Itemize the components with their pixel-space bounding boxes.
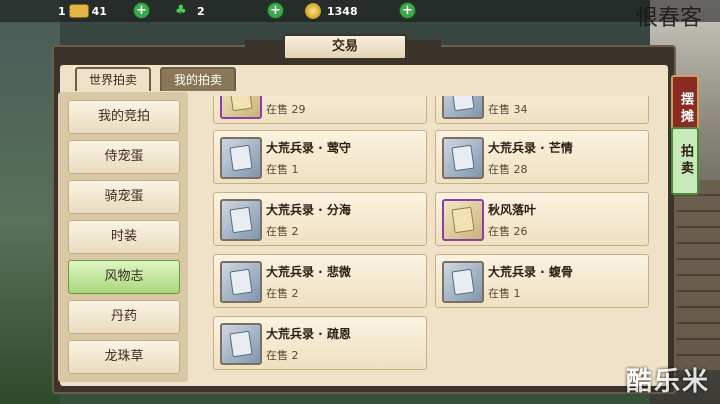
item-name: 大荒兵录 · 悲微 (266, 265, 351, 279)
item-name: 大荒兵录 · 芒情 (488, 141, 573, 155)
add-gold-button[interactable]: + (134, 3, 149, 18)
item-name: 大荒兵录 · 莺守 (266, 141, 351, 155)
tab-auction[interactable]: 拍卖 (671, 127, 699, 195)
clover-count: 2 (197, 4, 205, 18)
tab-world-auction[interactable]: 世界拍卖 (75, 67, 152, 91)
category-sidebar: 我的竞拍 侍宠蛋 骑宠蛋 时装 风物志 丹药 龙珠草 (58, 92, 188, 382)
item-stock: 在售 29 (266, 103, 306, 116)
category-pet-eggs[interactable]: 侍宠蛋 (68, 140, 180, 174)
category-mount-eggs[interactable]: 骑宠蛋 (68, 180, 180, 214)
item-stock: 在售 34 (488, 103, 528, 116)
item-stock: 在售 1 (488, 287, 521, 300)
book-icon (220, 199, 262, 241)
title-wing-right (401, 40, 441, 50)
item-name: 大荒兵录 · 分海 (266, 203, 351, 217)
item-card[interactable]: 大荒兵录 · 悲微 在售 2 (213, 254, 427, 308)
item-stock: 在售 2 (266, 349, 299, 362)
background-scenery-left (0, 0, 60, 404)
book-icon (220, 137, 262, 179)
gold-resource: 1 41 (58, 1, 107, 21)
category-fashion[interactable]: 时装 (68, 220, 180, 254)
item-stock: 在售 26 (488, 225, 528, 238)
item-name: 大荒兵录 · 蝮骨 (488, 265, 573, 279)
scroll-gold-icon (220, 96, 262, 119)
background-wall (670, 180, 720, 370)
add-coin-button[interactable]: + (400, 3, 415, 18)
panel-title-text: 交易 (331, 39, 358, 54)
gold-count: 41 (91, 4, 107, 18)
book-icon (442, 261, 484, 303)
title-wing-left (245, 40, 285, 50)
panel-title: 交易 (283, 34, 407, 60)
coin-resource: 1348 (305, 1, 358, 21)
logo-text: 恨春客 (636, 6, 703, 31)
book-icon (220, 261, 262, 303)
clover-resource: ♣ 2 (175, 1, 205, 21)
item-card[interactable]: 大荒兵录 · 疏恩 在售 2 (213, 316, 427, 370)
item-name: 大荒兵录 · 疏恩 (266, 327, 351, 341)
resource-bar: 1 41 + ♣ 2 + 1348 + (0, 0, 720, 22)
item-card[interactable]: 大荒兵录 · 分海 在售 2 (213, 192, 427, 246)
scroll-gold-icon (442, 199, 484, 241)
clover-icon: ♣ (175, 3, 187, 18)
item-card[interactable]: 大荒兵录 · 莺守 在售 1 (213, 130, 427, 184)
item-stock: 在售 1 (266, 163, 299, 176)
item-stock: 在售 2 (266, 225, 299, 238)
item-card[interactable]: 在售 29 (213, 96, 427, 124)
category-my-bids[interactable]: 我的竞拍 (68, 100, 180, 134)
book-icon (442, 137, 484, 179)
item-card[interactable]: 在售 34 (435, 96, 649, 124)
book-icon (220, 323, 262, 365)
item-card[interactable]: 秋风落叶 在售 26 (435, 192, 649, 246)
item-card[interactable]: 大荒兵录 · 芒情 在售 28 (435, 130, 649, 184)
item-listing: 在售 29 在售 34 大荒兵录 · 莺守 在售 1 大荒兵录 · 芒情 在售 … (207, 96, 661, 378)
level-prefix: 1 (58, 4, 66, 18)
coin-count: 1348 (327, 4, 358, 18)
add-clover-button[interactable]: + (268, 3, 283, 18)
watermark: 酷乐米 (625, 367, 710, 397)
item-name: 秋风落叶 (488, 203, 537, 217)
game-logo-calligraphy: 恨春客 (636, 8, 702, 30)
tab-my-auction[interactable]: 我的拍卖 (160, 67, 237, 91)
category-chronicles[interactable]: 风物志 (68, 260, 180, 294)
book-icon (442, 96, 484, 119)
item-card[interactable]: 大荒兵录 · 蝮骨 在售 1 (435, 254, 649, 308)
coin-icon (305, 3, 321, 19)
category-dragon-herb[interactable]: 龙珠草 (68, 340, 180, 374)
item-stock: 在售 2 (266, 287, 299, 300)
gold-ingot-icon (68, 4, 89, 18)
item-stock: 在售 28 (488, 163, 528, 176)
category-pills[interactable]: 丹药 (68, 300, 180, 334)
